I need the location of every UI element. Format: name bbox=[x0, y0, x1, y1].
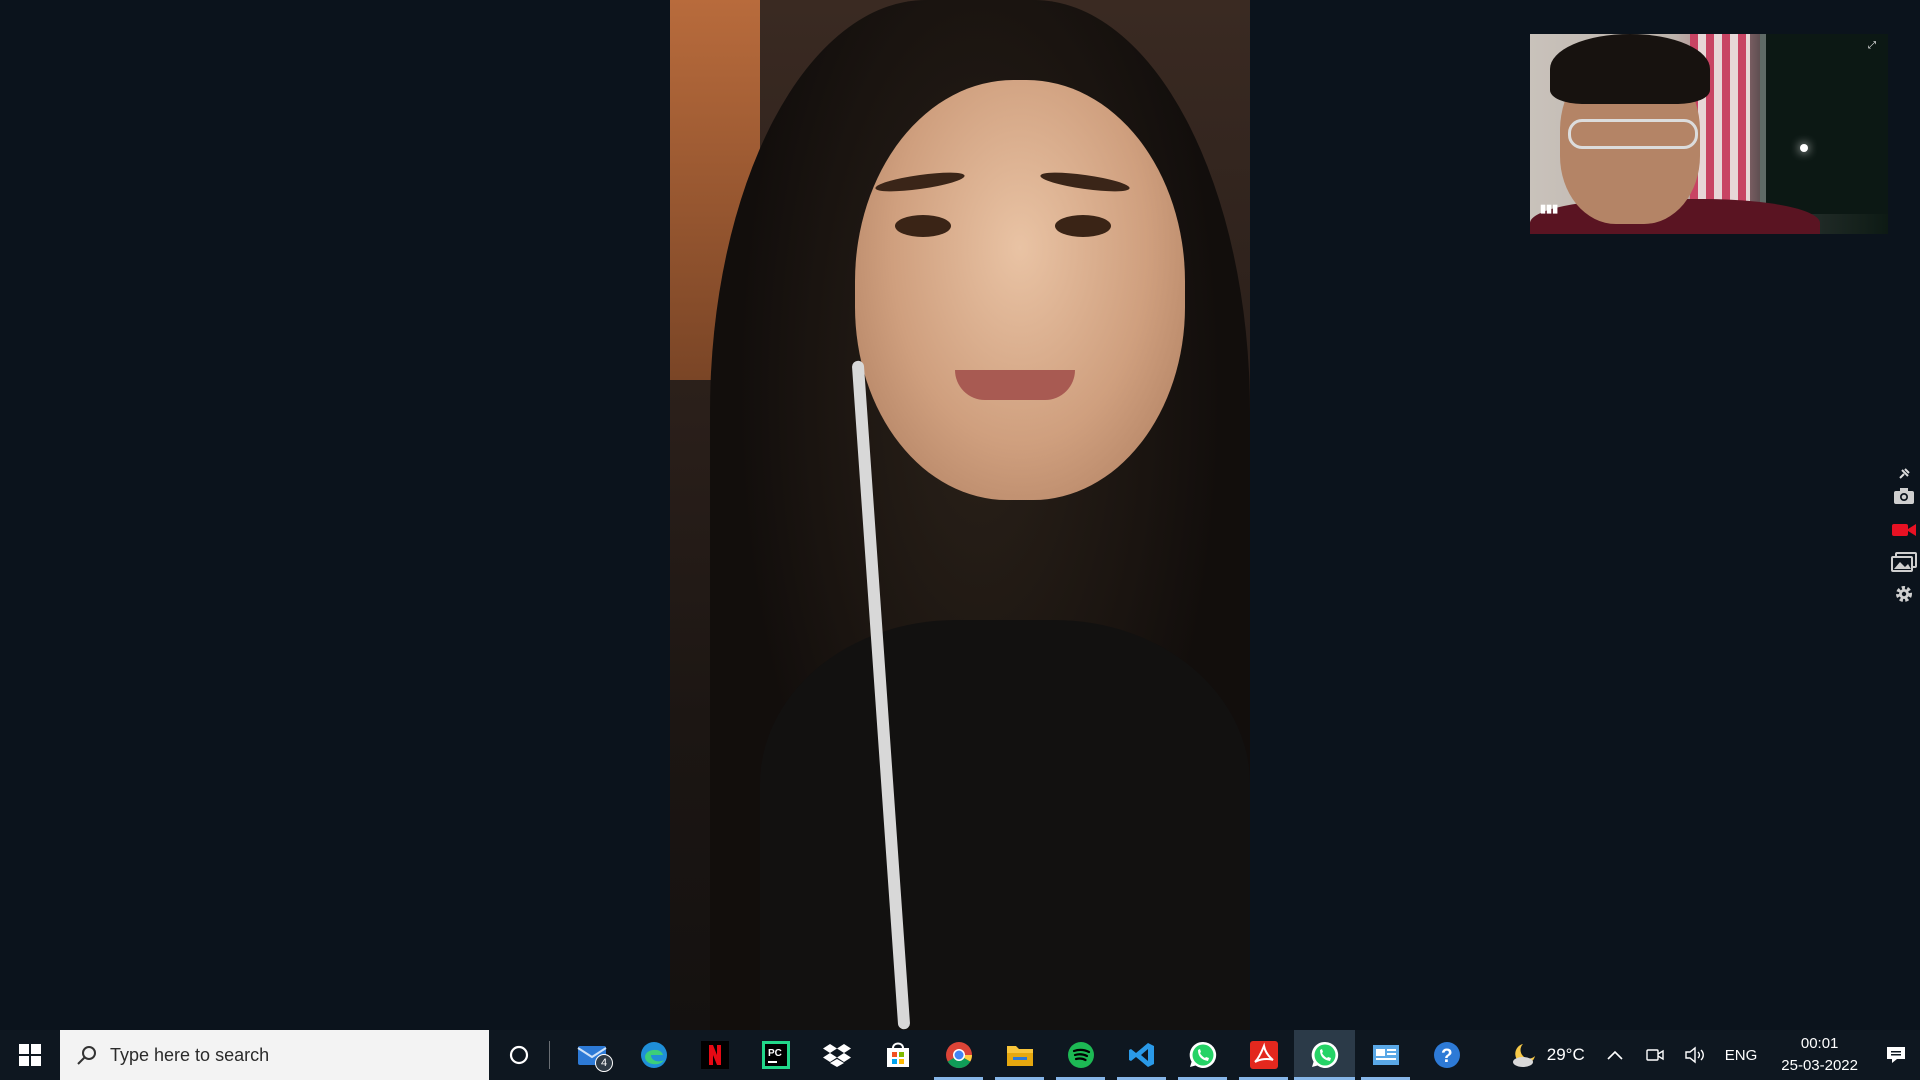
weather-widget[interactable]: 29°C bbox=[1499, 1042, 1595, 1068]
taskbar-vscode[interactable] bbox=[1111, 1030, 1172, 1080]
taskbar-search-box[interactable]: Type here to search bbox=[60, 1030, 489, 1080]
taskbar-dropbox[interactable] bbox=[806, 1030, 867, 1080]
spotify-icon bbox=[1067, 1042, 1094, 1068]
remote-person-shirt bbox=[760, 620, 1250, 1030]
camera-icon[interactable] bbox=[1890, 484, 1918, 508]
pin-icon[interactable] bbox=[1890, 462, 1918, 486]
edge-icon bbox=[640, 1042, 667, 1068]
search-placeholder: Type here to search bbox=[110, 1044, 270, 1065]
record-video-icon[interactable] bbox=[1890, 518, 1918, 542]
system-tray: 29°C ENG 00:01 25-03-2022 bbox=[1499, 1030, 1920, 1080]
dropbox-icon bbox=[822, 1044, 851, 1067]
start-button[interactable] bbox=[0, 1030, 60, 1080]
video-call-window: ▮▮▮ ⤢ Type here to search 4 PC ? 29°C EN… bbox=[0, 0, 1920, 1080]
pycharm-icon: PC bbox=[761, 1041, 790, 1069]
taskbar-whatsapp-call[interactable] bbox=[1294, 1030, 1355, 1080]
taskbar-acrobat[interactable] bbox=[1233, 1030, 1294, 1080]
speaker-icon bbox=[1685, 1046, 1704, 1064]
settings-gear-icon[interactable] bbox=[1890, 582, 1918, 606]
vscode-icon bbox=[1128, 1043, 1154, 1067]
taskbar-whatsapp[interactable] bbox=[1172, 1030, 1233, 1080]
clock-time: 00:01 bbox=[1800, 1035, 1839, 1052]
taskbar-netflix[interactable] bbox=[684, 1030, 745, 1080]
netflix-icon bbox=[700, 1041, 729, 1069]
taskbar-separator bbox=[549, 1041, 550, 1069]
side-toolbar bbox=[1884, 462, 1920, 612]
remote-video-feed[interactable] bbox=[670, 0, 1250, 1030]
clock-date: 25-03-2022 bbox=[1781, 1057, 1858, 1074]
input-language-indicator[interactable]: ENG bbox=[1715, 1047, 1768, 1064]
taskbar-clock[interactable]: 00:01 25-03-2022 bbox=[1767, 1033, 1872, 1077]
remote-person-face bbox=[855, 80, 1185, 500]
taskbar-file-explorer[interactable] bbox=[989, 1030, 1050, 1080]
pause-video-icon[interactable]: ▮▮▮ bbox=[1540, 202, 1558, 218]
camera-in-use-indicator[interactable] bbox=[1635, 1030, 1675, 1080]
windows-logo-icon bbox=[19, 1044, 41, 1066]
taskbar-spotify[interactable] bbox=[1050, 1030, 1111, 1080]
taskbar-mail[interactable]: 4 bbox=[562, 1030, 623, 1080]
self-video-preview[interactable]: ▮▮▮ ⤢ bbox=[1530, 34, 1888, 234]
volume-button[interactable] bbox=[1675, 1030, 1715, 1080]
weather-temperature: 29°C bbox=[1546, 1045, 1585, 1064]
chevron-up-icon bbox=[1607, 1050, 1623, 1060]
taskbar-chrome[interactable] bbox=[928, 1030, 989, 1080]
whatsapp-icon bbox=[1189, 1041, 1216, 1068]
folder-icon bbox=[1006, 1046, 1033, 1066]
svg-text:?: ? bbox=[1441, 1046, 1453, 1067]
whatsapp-icon bbox=[1311, 1041, 1338, 1068]
moon-cloud-icon bbox=[1512, 1044, 1535, 1067]
show-hidden-icons-button[interactable] bbox=[1595, 1030, 1635, 1080]
right-eye bbox=[1055, 215, 1111, 237]
notification-icon bbox=[1887, 1047, 1905, 1063]
street-light bbox=[1800, 144, 1808, 152]
left-eye bbox=[895, 215, 951, 237]
taskbar-control-panel[interactable] bbox=[1355, 1030, 1416, 1080]
mouth bbox=[955, 370, 1075, 400]
acrobat-icon bbox=[1249, 1041, 1278, 1069]
store-icon bbox=[886, 1042, 909, 1067]
help-icon: ? bbox=[1433, 1042, 1460, 1068]
taskbar: Type here to search 4 PC ? 29°C ENG 00:0… bbox=[0, 1030, 1920, 1080]
glasses bbox=[1568, 119, 1698, 149]
webcam-icon bbox=[1646, 1049, 1664, 1061]
svg-text:PC: PC bbox=[768, 1048, 782, 1059]
chrome-icon bbox=[945, 1042, 972, 1069]
taskbar-pycharm[interactable]: PC bbox=[745, 1030, 806, 1080]
cortana-button[interactable] bbox=[489, 1030, 549, 1080]
action-center-button[interactable] bbox=[1872, 1030, 1920, 1080]
expand-icon[interactable]: ⤢ bbox=[1868, 40, 1880, 52]
window-background bbox=[1760, 34, 1888, 214]
gallery-icon[interactable] bbox=[1890, 550, 1918, 574]
taskbar-store[interactable] bbox=[867, 1030, 928, 1080]
taskbar-edge[interactable] bbox=[623, 1030, 684, 1080]
control-panel-icon bbox=[1372, 1045, 1399, 1065]
taskbar-get-help[interactable]: ? bbox=[1416, 1030, 1477, 1080]
mail-unread-badge: 4 bbox=[595, 1054, 613, 1072]
search-icon bbox=[77, 1046, 96, 1065]
cortana-circle-icon bbox=[509, 1045, 529, 1065]
self-person-hair bbox=[1550, 34, 1710, 104]
